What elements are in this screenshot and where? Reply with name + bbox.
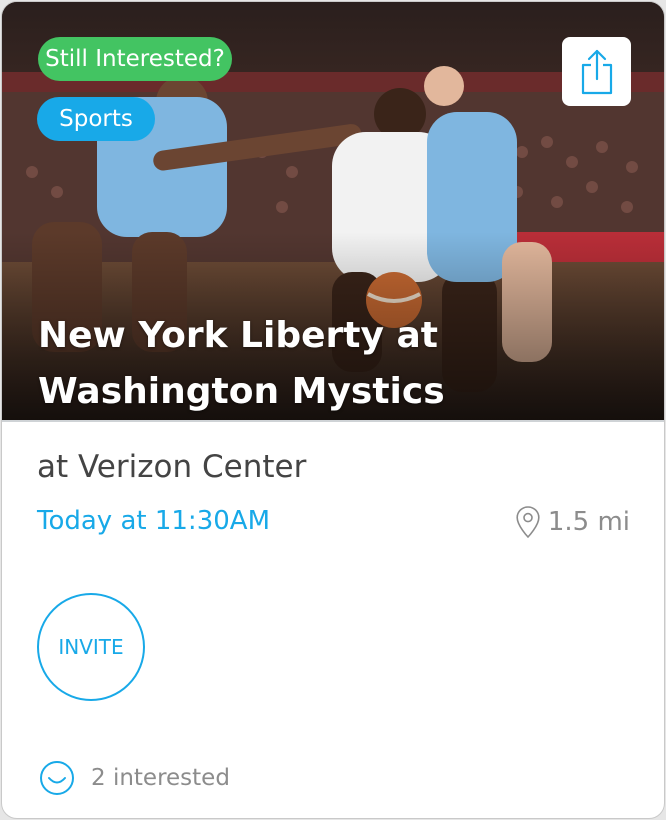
invite-button[interactable]: INVITE	[37, 593, 145, 701]
interested-count-label: 2 interested	[91, 765, 230, 791]
still-interested-badge[interactable]: Still Interested?	[38, 37, 232, 81]
event-title-line1: New York Liberty at	[38, 315, 438, 356]
event-hero-image: Still Interested? Sports New York Libert…	[2, 2, 664, 420]
event-venue: at Verizon Center	[37, 449, 307, 485]
share-button[interactable]	[562, 37, 631, 106]
event-distance: 1.5 mi	[516, 506, 630, 538]
smiley-icon	[40, 761, 74, 795]
event-title-line2: Washington Mystics	[38, 371, 445, 412]
share-icon	[581, 49, 612, 94]
distance-value: 1.5 mi	[547, 507, 630, 537]
location-pin-icon	[516, 506, 540, 538]
event-card[interactable]: Still Interested? Sports New York Libert…	[1, 1, 665, 819]
interested-count[interactable]: 2 interested	[39, 760, 230, 796]
hero-divider	[2, 420, 664, 422]
event-title: New York Liberty at Washington Mystics	[38, 308, 638, 420]
event-datetime: Today at 11:30AM	[37, 506, 270, 536]
category-badge[interactable]: Sports	[37, 97, 155, 141]
